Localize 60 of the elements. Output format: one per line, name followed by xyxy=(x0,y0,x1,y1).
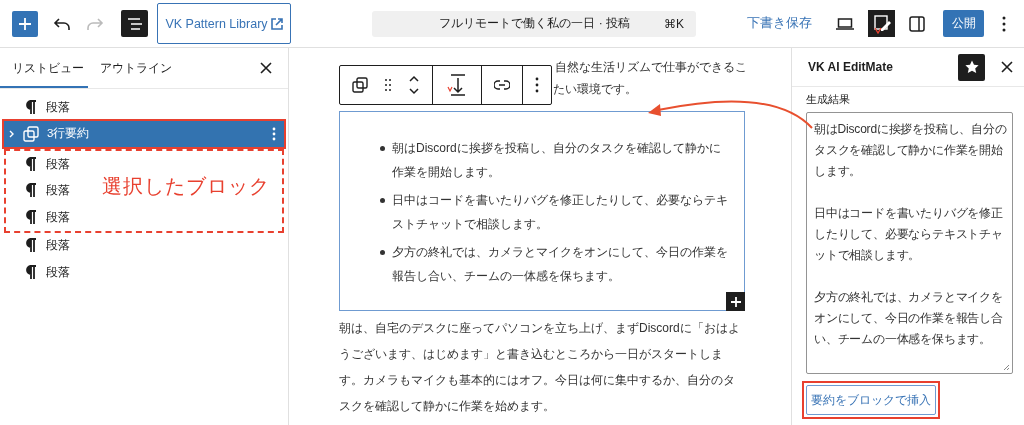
link-icon[interactable] xyxy=(494,80,510,90)
group-icon xyxy=(23,125,39,142)
insert-block-button[interactable]: 要約をブロックで挿入 xyxy=(806,385,936,415)
shortcut-label: ⌘K xyxy=(664,16,684,31)
more-options-icon[interactable] xyxy=(535,77,539,93)
laptop-icon[interactable] xyxy=(836,16,854,31)
paragraph-text: 自然な生活リズムで仕事ができるこ xyxy=(555,59,747,76)
bullet-icon xyxy=(380,146,385,151)
selected-list-block[interactable]: 朝はDiscordに挨拶を投稿し、自分のタスクを確認して静かに作業を開始します。 日中はコードを書いたりバグを修正したりして、必要ならテキストチャットで相談します。 夕方の終礼では、カメラとマイクをオンにして、今日の作業を報告し合い、チームの一体感を保ちます。 xyxy=(339,111,745,311)
move-up-down-icon[interactable] xyxy=(408,74,420,96)
result-field[interactable]: 朝はDiscordに挨拶を投稿し、自分のタスクを確認して静かに作業を開始します。 日中はコードを書いたりバグを修正したりして、必要ならテキストチャットで相談します。 夕方の終礼では、カメラとマイクをオンにして、今日の作業を報告し合い、チームの一体感を保ちます。 xyxy=(806,112,1013,374)
resize-handle-icon[interactable] xyxy=(1003,364,1010,371)
publish-button[interactable]: 公開 xyxy=(943,10,984,37)
document-title-bar[interactable]: フルリモートで働く私の一日 · 投稿 ⌘K xyxy=(372,10,696,37)
bullet-icon xyxy=(380,198,385,203)
pilcrow-icon xyxy=(25,183,37,199)
list-view-item[interactable]: 段落 xyxy=(4,259,284,286)
plus-icon xyxy=(18,16,32,31)
field-label: 生成結果 xyxy=(806,93,851,107)
drag-handle-icon[interactable] xyxy=(384,78,392,92)
more-options-icon[interactable] xyxy=(1002,15,1006,32)
panel-tab[interactable]: リストビュー xyxy=(0,48,88,88)
list-view-item[interactable]: 3行要約 xyxy=(4,120,284,147)
save-draft-button[interactable]: 下書き保存 xyxy=(747,15,812,32)
list-item-text: 日中はコードを書いたりバグを修正したりして、必要ならテキストチャットで相談します。 xyxy=(392,192,729,233)
paragraph-text: たい環境です。 xyxy=(553,81,637,98)
panel-tab[interactable]: アウトライン xyxy=(88,48,184,88)
list-view-item[interactable]: 段落 xyxy=(4,94,284,121)
pen-icon xyxy=(871,13,892,34)
pilcrow-icon xyxy=(25,238,37,254)
list-item-text: 夕方の終礼では、カメラとマイクをオンにして、今日の作業を報告し合い、チームの一体感を保ちます。 xyxy=(392,244,729,285)
paragraph-text: 朝は、自宅のデスクに座ってパソコンを立ち上げ、まずDiscordに「おはようございます、はじめます」と書き込むところから一日がスタートします。カメラもマイクも基本的にはオフ。今日は何に集中するか、自分のタスクを確認して静かに作業を始めます。 xyxy=(339,320,741,415)
external-link-icon xyxy=(270,17,283,30)
pilcrow-icon xyxy=(25,264,37,280)
close-icon[interactable] xyxy=(260,62,272,74)
star-icon xyxy=(964,60,979,74)
annotation-label: 選択したブロック xyxy=(102,174,270,199)
plus-icon xyxy=(730,296,741,307)
add-block-button[interactable] xyxy=(726,292,745,311)
pilcrow-icon xyxy=(25,209,37,225)
list-view-button[interactable] xyxy=(121,10,148,37)
pilcrow-icon xyxy=(25,156,37,172)
group-icon[interactable] xyxy=(352,77,368,93)
list-view-item[interactable]: 段落 xyxy=(6,151,70,178)
pilcrow-icon xyxy=(25,99,37,115)
list-view-item[interactable]: 段落 xyxy=(6,177,70,204)
list-view-item[interactable]: 段落 xyxy=(4,232,284,259)
bullet-icon xyxy=(380,250,385,255)
star-button[interactable] xyxy=(958,53,985,81)
document-title: フルリモートで働く私の一日 · 投稿 xyxy=(439,15,630,32)
ai-plugin-button[interactable] xyxy=(868,10,895,37)
list-view-icon xyxy=(126,16,143,31)
sidebar-title: VK AI EditMate xyxy=(808,60,893,74)
pattern-library-button[interactable]: VK Pattern Library xyxy=(157,3,291,44)
sidebar-icon[interactable] xyxy=(909,15,925,32)
list-view-item[interactable]: 段落 xyxy=(6,204,70,231)
list-item-text: 朝はDiscordに挨拶を投稿し、自分のタスクを確認して静かに作業を開始します。 xyxy=(392,140,722,181)
undo-icon[interactable] xyxy=(53,16,71,31)
close-icon[interactable] xyxy=(1001,61,1013,73)
chevron-right-icon[interactable] xyxy=(8,129,16,138)
